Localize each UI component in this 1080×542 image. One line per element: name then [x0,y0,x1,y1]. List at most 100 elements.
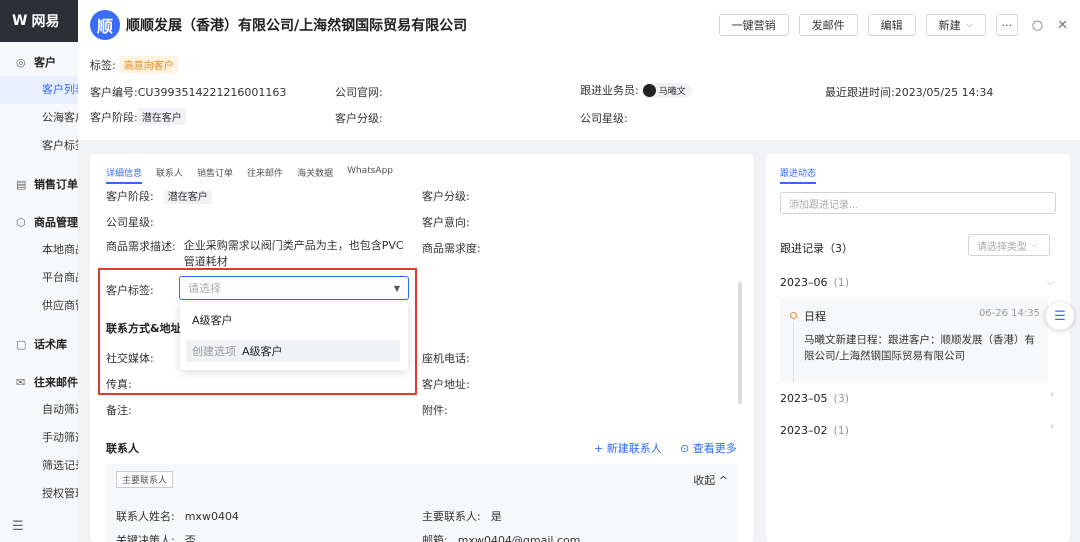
tab-customs-data[interactable]: 海关数据 [297,166,333,184]
decision-maker-label: 关键决策人: [116,534,175,542]
event-text: 马曦文新建日程：跟进客户：顺顺发展（香港）有限公司/上海然钢国际贸易有限公司 [804,334,1035,362]
star-detail-label: 公司星级: [106,216,154,229]
sidebar-item-customer-tags[interactable]: 客户标签 [0,132,78,160]
more-button[interactable]: ··· [995,14,1018,36]
tab-detail[interactable]: 详细信息 [106,166,143,184]
one-click-marketing-button[interactable]: 一键营销 [718,14,789,36]
mail-icon: ✉ [16,375,26,389]
stage-badge: 潜在客户 [137,108,186,125]
chevron-down-icon[interactable]: ⌵ [1047,278,1054,288]
edit-button[interactable]: 编辑 [867,14,916,36]
intent-detail-field: 客户意向: [422,214,470,230]
app-logo-text: 网易 [31,14,60,30]
sales-field: 跟进业务员: 马曦文 [580,82,692,98]
dropdown-option[interactable]: A级客户 [192,312,233,328]
demand-desc-value: 企业采购需求以阀门类产品为主，也包含PVC管道耗材 [183,239,404,268]
stage-field: 客户阶段: 潜在客户 [90,108,186,125]
last-follow-label: 最近跟进时间: [825,86,895,99]
stage-detail-label: 客户阶段: [106,190,154,203]
month-group-2023-02[interactable]: 2023–02 (1) [780,424,849,437]
type-select-placeholder: 请选择类型 [977,241,1027,253]
nav-group-scripts[interactable]: ▢ 话术库 [0,330,78,358]
cube-icon: ⬡ [16,215,26,229]
chevron-right-icon[interactable]: › [1050,390,1054,400]
last-follow-value: 2023/05/25 14:34 [894,85,994,99]
demand-level-field: 商品需求度: [422,240,481,256]
sidebar-item-suppliers[interactable]: 供应商管理 [0,292,78,320]
sidebar-item-manual-filter[interactable]: 手动筛选 [0,424,78,452]
sidebar-item-customer-list[interactable]: 客户列表 [0,76,78,104]
avatar [642,83,656,97]
send-mail-button[interactable]: 发邮件 [798,14,858,36]
sales-name: 马曦文 [658,86,686,97]
month-count: (1) [833,276,850,289]
collapse-sidebar-icon[interactable]: ☰ [12,519,24,534]
sales-chip[interactable]: 马曦文 [640,82,692,98]
scrollbar[interactable] [738,282,742,404]
tab-sales-orders[interactable]: 销售订单 [197,166,233,184]
month-group-2023-05[interactable]: 2023–05 (3) [780,392,849,405]
star-label: 公司星级: [580,112,628,125]
sidebar-item-auto-filter[interactable]: 自动筛选 [0,396,78,424]
tab-mails[interactable]: 往来邮件 [247,166,283,184]
follow-event[interactable]: 日程 06-26 14:35 马曦文新建日程：跟进客户：顺顺发展（香港）有限公司… [780,298,1048,382]
demand-desc-label: 商品需求描述: [106,240,176,253]
record-type-select[interactable]: 请选择类型 ⌵ [968,234,1050,256]
chevron-down-icon: ⌵ [1031,240,1038,249]
refresh-icon[interactable]: ○ [1032,18,1043,33]
nav-group-customer[interactable]: ◎ 客户 [0,48,78,76]
primary-contact-tag: 主要联系人 [116,471,174,488]
chevron-down-icon: ⌵ [966,20,973,29]
page-title: 顺顺发展（香港）有限公司/上海然钢国际贸易有限公司 [126,18,468,34]
outline-toggle-icon[interactable]: ☰ [1046,302,1074,330]
records-title: 跟进记录（3） [780,242,853,255]
sidebar-item-platform-products[interactable]: 平台商品 [0,264,78,292]
attachment-label: 附件: [422,404,448,417]
company-avatar: 顺 [90,10,120,40]
view-more-link[interactable]: ⊙ 查看更多 [680,440,737,456]
landline-label: 座机电话: [422,352,470,365]
tab-follow-up[interactable]: 跟进动态 [780,166,817,184]
nav-group-mails[interactable]: ✉ 往来邮件 [0,368,78,396]
demand-desc-field: 商品需求描述: 企业采购需求以阀门类产品为主，也包含PVC管道耗材 [106,238,414,270]
info-row-1: 客户编号: CU3993514221216001163 [90,84,286,100]
month-group-2023-06[interactable]: 2023–06 (1) [780,276,849,289]
customer-no: CU3993514221216001163 [137,85,287,99]
follow-up-input[interactable]: 添加跟进记录... [780,192,1056,214]
remark-label: 备注: [106,404,132,417]
collapse-link[interactable]: 收起 ^ [693,472,728,488]
tab-contacts[interactable]: 联系人 [156,166,183,184]
sidebar-item-local-products[interactable]: 本地商品 [0,236,78,264]
is-primary-field: 主要联系人: 是 [422,508,502,524]
event-time: 06-26 14:35 [978,308,1040,319]
month-label: 2023–06 [780,276,828,289]
tab-whatsapp[interactable]: WhatsApp [347,166,393,184]
contact-name-field: 联系人姓名: mxw0404 [116,508,239,524]
detail-tabs: 详细信息 联系人 销售订单 往来邮件 海关数据 WhatsApp [106,166,407,184]
app-logo[interactable]: W 网易 [0,0,78,42]
sidebar-item-filter-records[interactable]: 筛选记录 [0,452,78,480]
star-detail-field: 公司星级: [106,214,154,230]
fax-field: 传真: [106,376,132,392]
sidebar-item-public-pool[interactable]: 公海客户 [0,104,78,132]
sidebar-item-authorization[interactable]: 授权管理 [0,480,78,508]
nav-group-products[interactable]: ⬡ 商品管理 [0,208,78,236]
address-field: 客户地址: [422,376,470,392]
create-option[interactable]: 创建选项 A级客户 [186,340,400,362]
close-icon[interactable]: ✕ [1057,18,1068,33]
fax-label: 传真: [106,378,132,391]
book-icon: ▢ [16,337,27,351]
new-button-label: 新建 [938,19,961,32]
month-label: 2023–05 [780,392,828,405]
new-contact-link[interactable]: + 新建联系人 [594,440,662,456]
chevron-right-icon[interactable]: › [1050,422,1054,432]
event-title: 日程 [804,310,826,323]
create-option-value: A级客户 [242,345,283,358]
address-label: 客户地址: [422,378,470,391]
customer-tag-select[interactable]: 请选择 ▼ [179,276,409,300]
last-follow-field: 最近跟进时间: 2023/05/25 14:34 [825,84,993,100]
customer-detail-panel: 顺 顺顺发展（香港）有限公司/上海然钢国际贸易有限公司 一键营销 发邮件 编辑 … [78,0,1080,542]
new-button[interactable]: 新建 ⌵ [925,14,986,36]
is-primary-label: 主要联系人: [422,510,481,523]
nav-group-sales-orders[interactable]: ▤ 销售订单 [0,170,78,198]
